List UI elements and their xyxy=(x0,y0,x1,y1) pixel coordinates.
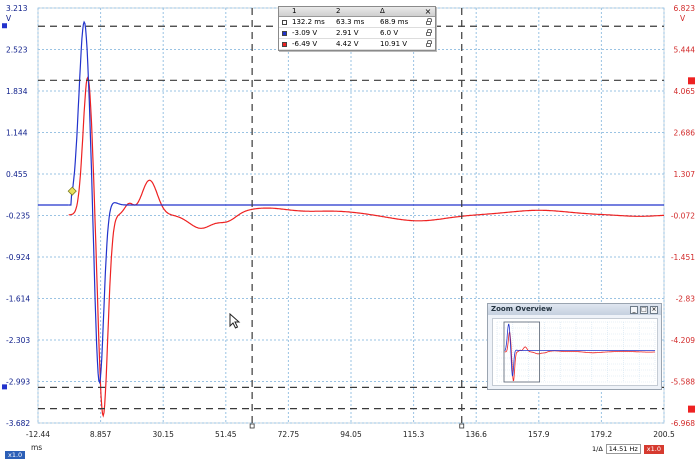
ruler-header-1: 1 xyxy=(292,7,297,15)
zoom-overview-body[interactable] xyxy=(492,318,658,386)
ruler-value: 4.42 V xyxy=(336,40,359,48)
lock-icon[interactable] xyxy=(425,40,432,47)
freq-label: 1/Δ xyxy=(592,445,603,453)
zoom-overview-canvas[interactable] xyxy=(493,319,657,385)
ruler-header-2: 2 xyxy=(336,7,341,15)
zoom-overview-titlebar[interactable]: Zoom Overview _ □ × xyxy=(488,304,661,315)
lock-icon[interactable] xyxy=(425,18,432,25)
time-ruler-swatch xyxy=(281,19,287,25)
right-tick-label: -2.83 xyxy=(676,295,696,304)
ruler-value: 10.91 V xyxy=(380,40,408,48)
ruler-row-channel-a: -3.09 V 2.91 V 6.0 V xyxy=(279,28,435,39)
x-tick-label: 115.3 xyxy=(403,430,425,439)
ruler-row-time: 132.2 ms 63.3 ms 68.9 ms xyxy=(279,17,435,28)
left-tick-label: -3.682 xyxy=(6,419,30,428)
voltage-ruler-a-handle xyxy=(2,384,7,390)
ruler-header-blank xyxy=(279,7,289,16)
zoom-channel-b-trace xyxy=(504,330,655,382)
time-ruler-handle xyxy=(459,423,465,429)
ruler-value: 6.0 V xyxy=(380,29,399,37)
x-tick-label: 157.9 xyxy=(528,430,550,439)
left-tick-label: -2.303 xyxy=(6,336,30,345)
restore-icon[interactable]: □ xyxy=(640,306,648,314)
voltage-ruler-a-handle xyxy=(2,23,7,29)
y-zoom-badge[interactable]: x1.0 xyxy=(643,444,664,454)
left-axis-unit: V xyxy=(6,14,12,23)
frequency-readout: 14.51 Hz xyxy=(605,444,641,454)
right-tick-label: -0.072 xyxy=(671,212,695,221)
voltage-ruler-b-handle xyxy=(688,405,695,413)
left-tick-label: 1.144 xyxy=(6,129,28,138)
right-tick-label: 5.444 xyxy=(674,46,696,55)
right-axis-unit: V xyxy=(680,14,686,23)
ruler-value: 68.9 ms xyxy=(380,18,409,26)
right-tick-label: -1.451 xyxy=(671,253,695,262)
right-tick-label: -4.209 xyxy=(671,336,695,345)
left-tick-label: -1.614 xyxy=(6,295,30,304)
ruler-table-header: 1 2 Δ × xyxy=(279,7,435,17)
close-icon[interactable]: × xyxy=(650,306,658,314)
ruler-value: -6.49 V xyxy=(292,40,318,48)
right-tick-label: 4.065 xyxy=(674,87,696,96)
zoom-overview-panel[interactable]: Zoom Overview _ □ × xyxy=(487,303,662,390)
lock-icon[interactable] xyxy=(425,29,432,36)
channel-b-swatch xyxy=(281,41,287,47)
left-tick-label: -2.993 xyxy=(6,378,30,387)
ruler-value: 63.3 ms xyxy=(336,18,365,26)
oscilloscope-view[interactable]: -12.44 8.857 30.15 51.45 72.75 94.05 115.3 136.… xyxy=(0,0,700,459)
left-tick-label: 1.834 xyxy=(6,87,28,96)
ruler-header-delta: Δ xyxy=(380,7,385,15)
x-tick-label: 8.857 xyxy=(90,430,112,439)
right-tick-label: 6.823 xyxy=(674,4,696,13)
x-tick-label: -12.44 xyxy=(26,430,50,439)
voltage-ruler-b-handle xyxy=(688,77,695,85)
x-axis-unit: ms xyxy=(31,443,43,452)
mouse-pointer-icon xyxy=(229,313,241,329)
x-tick-label: 179.2 xyxy=(591,430,613,439)
zoom-channel-a-trace xyxy=(504,323,655,377)
x-zoom-label: x1.0 xyxy=(5,451,26,459)
ruler-value: -3.09 V xyxy=(292,29,318,37)
status-bar: 1/Δ 14.51 Hz x1.0 xyxy=(592,443,700,455)
right-tick-label: -6.968 xyxy=(671,419,695,428)
x-tick-label: 30.15 xyxy=(152,430,174,439)
right-tick-label: 2.686 xyxy=(674,129,696,138)
x-tick-label: 51.45 xyxy=(215,430,237,439)
ruler-value: 2.91 V xyxy=(336,29,359,37)
left-tick-label: 2.523 xyxy=(6,46,28,55)
ruler-value: 132.2 ms xyxy=(292,18,325,26)
left-tick-label: 3.213 xyxy=(6,4,28,13)
channel-a-swatch xyxy=(281,30,287,36)
trigger-marker xyxy=(67,186,77,196)
minimize-icon[interactable]: _ xyxy=(630,306,638,314)
x-tick-label: 136.6 xyxy=(465,430,487,439)
x-tick-label: 72.75 xyxy=(278,430,300,439)
ruler-table: 1 2 Δ × 132.2 ms 63.3 ms 68.9 ms -3.09 V… xyxy=(278,6,436,51)
time-ruler-handle xyxy=(249,423,255,429)
left-tick-label: 0.455 xyxy=(6,170,28,179)
x-tick-label: 94.05 xyxy=(340,430,362,439)
close-icon[interactable]: × xyxy=(421,7,435,16)
left-tick-label: -0.924 xyxy=(6,253,30,262)
right-tick-label: -5.588 xyxy=(671,378,695,387)
right-tick-label: 1.307 xyxy=(674,170,696,179)
zoom-overview-title: Zoom Overview xyxy=(491,305,553,313)
x-zoom-badge[interactable]: x1.0 xyxy=(5,442,26,461)
ruler-row-channel-b: -6.49 V 4.42 V 10.91 V xyxy=(279,39,435,50)
x-tick-label: 200.5 xyxy=(653,430,675,439)
left-tick-label: -0.235 xyxy=(6,212,30,221)
